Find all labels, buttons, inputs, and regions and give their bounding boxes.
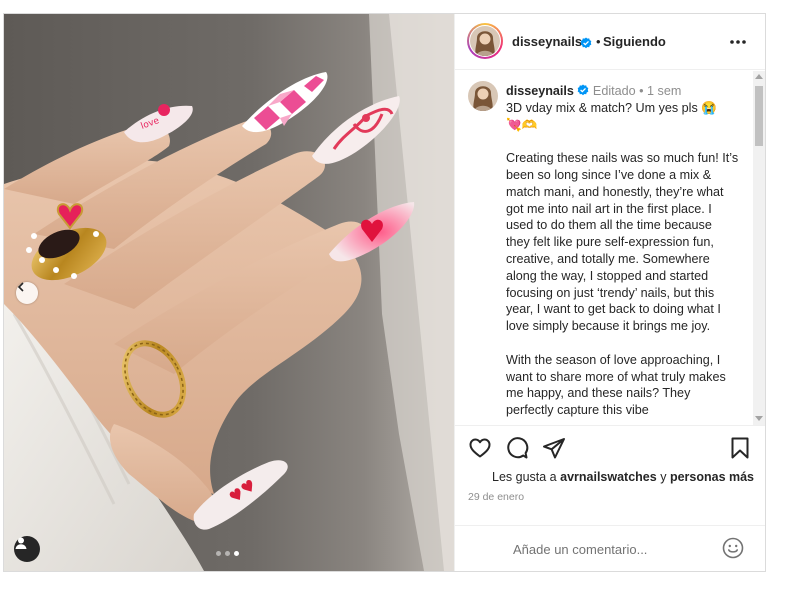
caption-line-1: 3D vday mix & match? Um yes pls 😭 <box>506 100 717 115</box>
share-icon[interactable] <box>542 436 566 460</box>
caption-scrollbar[interactable] <box>753 71 765 425</box>
post-header: disseynails • Siguiendo <box>455 14 765 70</box>
header-username[interactable]: disseynails <box>512 34 582 49</box>
caption-paragraph-2: With the season of love approaching, I w… <box>506 352 730 418</box>
likes-summary[interactable]: Les gusta a avrnailswatches y personas m… <box>492 470 754 484</box>
likes-prefix: Les gusta a <box>492 470 557 484</box>
carousel-dot-active <box>234 551 239 556</box>
avatar-image <box>468 81 498 111</box>
more-options-icon[interactable] <box>727 32 749 52</box>
post-date[interactable]: 29 de enero <box>468 491 524 503</box>
bookmark-icon[interactable] <box>728 436 752 460</box>
following-button[interactable]: Siguiendo <box>603 34 666 49</box>
post-side-panel: disseynails • Siguiendo disseynails Edit… <box>454 14 765 571</box>
caption: disseynails Editado • 1 sem 3D vday mix … <box>506 83 739 419</box>
caption-avatar[interactable] <box>468 81 498 111</box>
carousel-dot <box>225 551 230 556</box>
verified-icon <box>577 84 589 98</box>
user-tag-icon[interactable] <box>14 536 40 562</box>
scroll-up-arrow[interactable] <box>755 74 763 79</box>
avatar-image <box>470 26 500 56</box>
post-photo[interactable]: love ♥♥ <box>4 14 454 571</box>
carousel-indicator <box>216 551 239 556</box>
caption-username[interactable]: disseynails <box>506 84 574 98</box>
likes-user[interactable]: avrnailswatches <box>560 470 657 484</box>
comment-icon[interactable] <box>505 436 529 460</box>
header-separator: • <box>596 34 601 49</box>
comment-bar <box>455 525 765 571</box>
heart-icon[interactable] <box>468 436 492 460</box>
comment-input[interactable] <box>511 537 715 561</box>
verified-icon <box>580 35 592 53</box>
post-time: 1 sem <box>647 84 682 98</box>
nails-photo: love ♥♥ <box>4 14 454 571</box>
likes-others[interactable]: personas más <box>670 470 754 484</box>
caption-paragraph-1: Creating these nails was so much fun! It… <box>506 151 742 334</box>
likes-connector: y <box>660 470 667 484</box>
caption-scroll-area[interactable]: disseynails Editado • 1 sem 3D vday mix … <box>455 71 765 425</box>
post-dialog: love ♥♥ disseynails • Siguiendo disseyna… <box>3 13 766 572</box>
scroll-thumb[interactable] <box>755 86 763 146</box>
scroll-down-arrow[interactable] <box>755 416 763 421</box>
prev-arrow-icon[interactable] <box>16 282 38 304</box>
action-bar: Les gusta a avrnailswatches y personas m… <box>455 425 765 525</box>
emoji-icon[interactable] <box>722 537 744 559</box>
caption-line-2: 💘🫶 <box>506 117 538 132</box>
avatar[interactable] <box>467 23 503 59</box>
edited-label: Editado • <box>592 84 644 98</box>
carousel-dot <box>216 551 221 556</box>
